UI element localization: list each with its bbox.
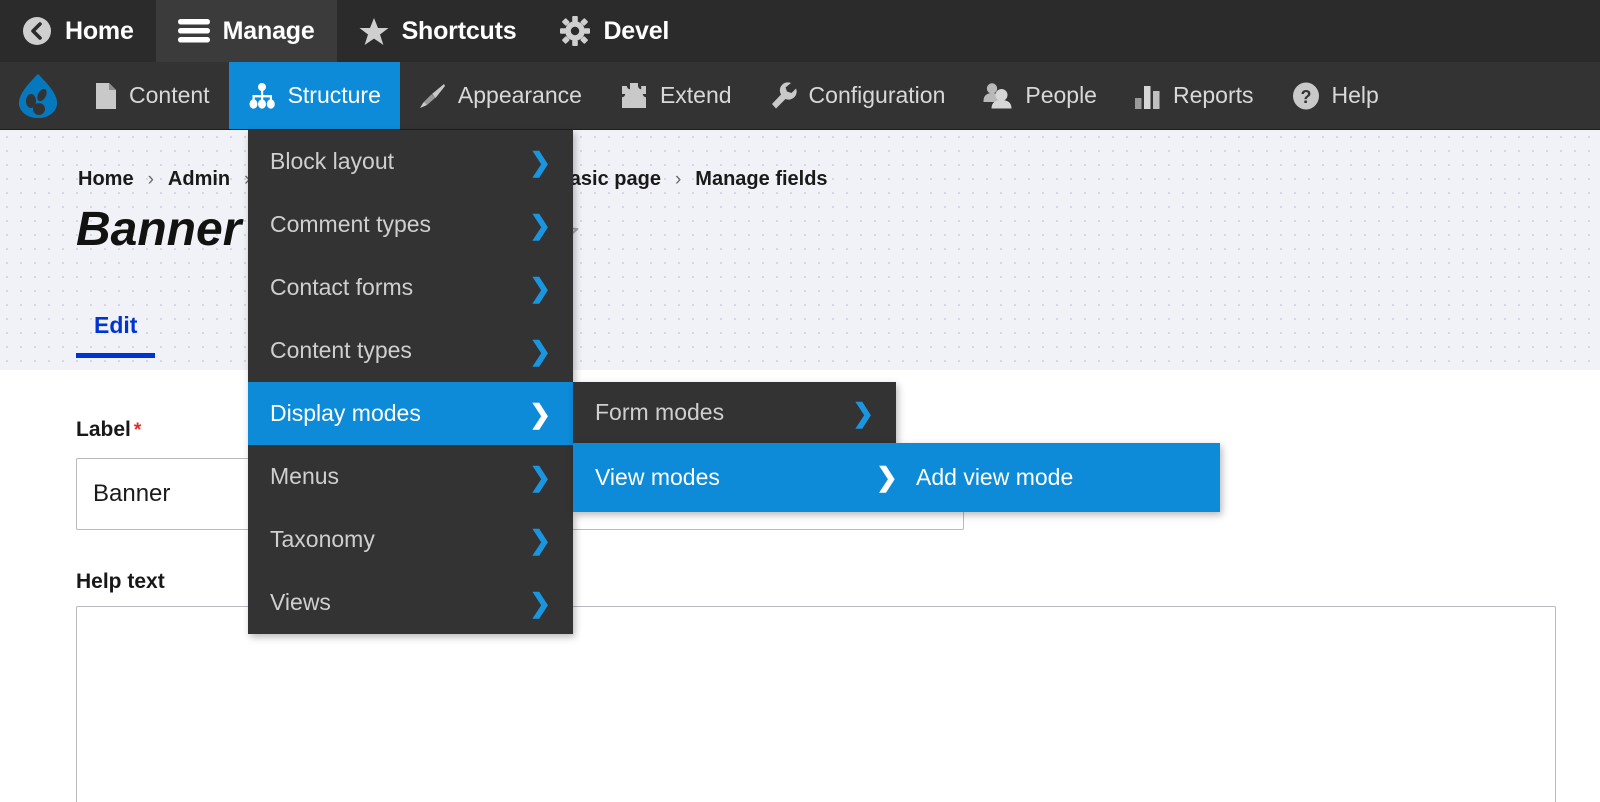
toolbar-item-label: Manage [222, 16, 315, 45]
menu-item-label: Display modes [270, 400, 421, 426]
menu-item-label: View modes [595, 464, 720, 490]
gear-icon [560, 16, 591, 46]
menu-item-content-types[interactable]: Content types ❯ [248, 319, 573, 382]
chevron-right-icon: ❯ [852, 397, 874, 428]
tab-label: Edit [94, 312, 138, 338]
bar-chart-icon [1134, 83, 1161, 109]
back-circle-icon [22, 16, 52, 46]
wrench-icon [770, 81, 797, 110]
help-text-textarea[interactable] [76, 606, 1556, 802]
menu-item-views[interactable]: Views ❯ [248, 571, 573, 634]
display-modes-submenu-panel: Form modes ❯ [573, 382, 896, 443]
menu-item-view-modes[interactable]: View modes [595, 443, 720, 512]
toolbar-item-label: Content [129, 82, 210, 108]
toolbar-item-label: Configuration [808, 82, 946, 108]
people-icon [983, 82, 1013, 109]
chevron-right-icon: ❯ [529, 524, 551, 555]
toolbar-item-help[interactable]: ? Help [1273, 62, 1398, 129]
toolbar-item-configuration[interactable]: Configuration [751, 62, 965, 129]
toolbar-item-shortcuts[interactable]: Shortcuts [337, 0, 539, 62]
chevron-right-icon: ❯ [529, 398, 551, 429]
view-modes-submenu-panel: View modes ❯ Add view mode [573, 443, 1220, 512]
toolbar-item-label: Home [65, 16, 134, 45]
toolbar-item-structure[interactable]: Structure [228, 62, 400, 129]
menu-item-label: Taxonomy [270, 526, 375, 552]
page-title-left: Banner [76, 203, 242, 256]
tab-edit[interactable]: Edit [76, 312, 156, 358]
toolbar-primary: Home Manage Shortcuts Devel [0, 0, 1600, 62]
chevron-right-icon: ❯ [529, 146, 551, 177]
chevron-right-icon: ❯ [876, 462, 898, 492]
breadcrumb-item-manage-fields[interactable]: Manage fields [695, 168, 827, 191]
toolbar-item-devel[interactable]: Devel [538, 0, 691, 62]
label-field-label-text: Label [76, 418, 131, 441]
chevron-right-icon: ❯ [529, 272, 551, 303]
toolbar-item-extend[interactable]: Extend [601, 62, 751, 129]
document-icon [95, 82, 117, 110]
menu-item-label: Add view mode [916, 464, 1074, 490]
paintbrush-icon [419, 82, 446, 109]
chevron-right-icon: ❯ [529, 587, 551, 618]
menu-item-label: Content types [270, 337, 412, 363]
menu-item-label: Comment types [270, 211, 432, 237]
menu-item-form-modes[interactable]: Form modes ❯ [573, 382, 896, 443]
toolbar-item-people[interactable]: People [964, 62, 1116, 129]
svg-text:?: ? [1300, 87, 1311, 107]
toolbar-item-reports[interactable]: Reports [1116, 62, 1273, 129]
menu-item-taxonomy[interactable]: Taxonomy ❯ [248, 508, 573, 571]
drupal-droplet-logo[interactable] [0, 62, 76, 129]
toolbar-item-label: Devel [603, 16, 670, 45]
label-field-label: Label * [76, 418, 141, 442]
app-root: Home Manage Shortcuts Devel Content Stru… [0, 0, 1600, 802]
toolbar-item-label: Extend [659, 82, 732, 108]
menu-item-display-modes[interactable]: Display modes ❯ [248, 382, 573, 445]
toolbar-item-appearance[interactable]: Appearance [400, 62, 601, 129]
hamburger-icon [177, 18, 210, 44]
help-text-field-label: Help text [76, 570, 165, 594]
breadcrumb-separator: › [674, 168, 682, 190]
menu-item-menus[interactable]: Menus ❯ [248, 445, 573, 508]
page-tabs: Edit [76, 312, 156, 358]
chevron-right-icon: ❯ [529, 335, 551, 366]
sitemap-icon [248, 82, 276, 109]
toolbar-item-label: Appearance [457, 82, 582, 108]
toolbar-item-label: Reports [1172, 82, 1254, 108]
menu-item-label: Contact forms [270, 274, 414, 300]
toolbar-item-label: Structure [287, 82, 381, 108]
question-circle-icon: ? [1292, 82, 1320, 110]
breadcrumb-item-admin[interactable]: Admin [168, 168, 230, 191]
toolbar-item-manage[interactable]: Manage [155, 0, 337, 62]
menu-item-label: Form modes [595, 399, 725, 425]
required-marker: * [133, 420, 142, 441]
menu-item-label: Views [270, 589, 331, 615]
menu-item-label: Menus [270, 463, 340, 489]
structure-menu-panel: Block layout ❯ Comment types ❯ Contact f… [248, 130, 573, 634]
toolbar-item-home[interactable]: Home [0, 0, 156, 62]
toolbar-item-label: Shortcuts [401, 16, 517, 45]
toolbar-item-label: People [1025, 82, 1097, 108]
menu-item-comment-types[interactable]: Comment types ❯ [248, 193, 573, 256]
menu-item-add-view-mode[interactable]: Add view mode [916, 443, 1073, 512]
puzzle-icon [620, 82, 648, 110]
help-text-field-label-text: Help text [76, 570, 165, 593]
menu-item-contact-forms[interactable]: Contact forms ❯ [248, 256, 573, 319]
page-header-region: Home › Admin › Structure › Content types… [0, 130, 1600, 370]
menu-item-label: Block layout [270, 148, 395, 174]
star-icon [359, 17, 389, 46]
chevron-right-icon: ❯ [529, 461, 551, 492]
menu-item-block-layout[interactable]: Block layout ❯ [248, 130, 573, 193]
chevron-right-icon: ❯ [529, 209, 551, 240]
toolbar-secondary: Content Structure Appearance Extend Conf… [0, 62, 1600, 130]
toolbar-item-label: Help [1331, 82, 1379, 108]
toolbar-item-content[interactable]: Content [76, 62, 229, 129]
breadcrumb-separator: › [147, 168, 154, 190]
breadcrumb-item-home[interactable]: Home [78, 168, 134, 191]
